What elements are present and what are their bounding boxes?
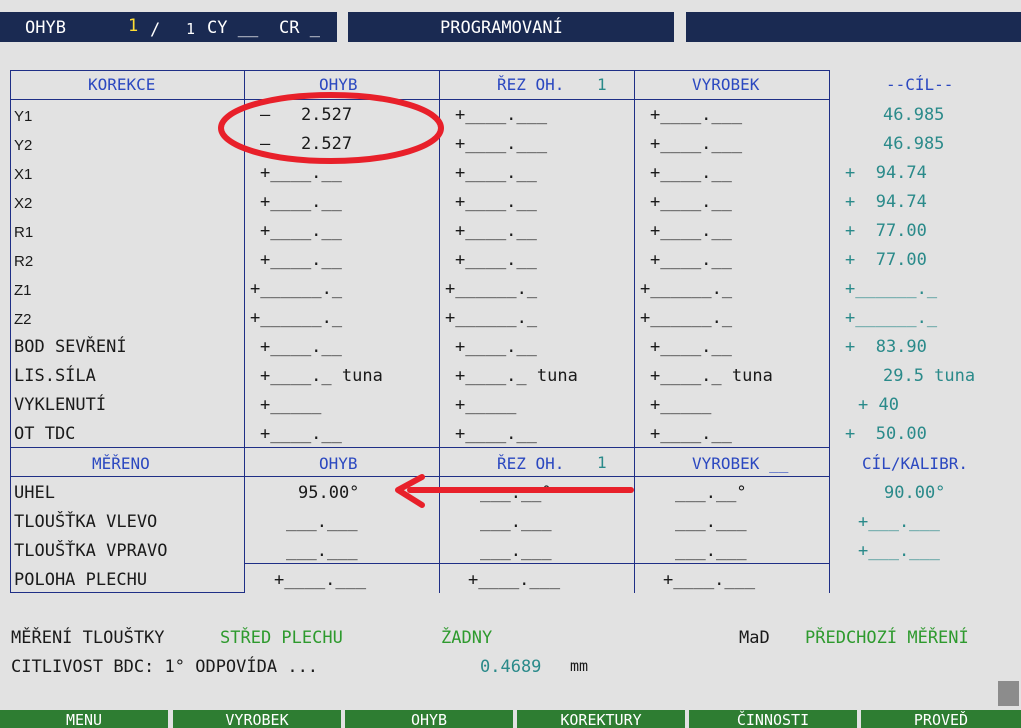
mad-label: MaD xyxy=(739,628,770,648)
fkey-korektury[interactable]: KOREKTURY xyxy=(517,710,685,728)
fkey-ohyb[interactable]: OHYB xyxy=(345,710,513,728)
scrollbar-thumb[interactable] xyxy=(998,681,1019,706)
annotation-layer xyxy=(218,92,634,508)
fkey-menu[interactable]: MENU xyxy=(0,710,168,728)
fkey-vyrobek[interactable]: VYROBEK xyxy=(173,710,341,728)
mereni-label: MĚŘENÍ TLOUŠTKY xyxy=(11,628,165,648)
highlight-ellipse xyxy=(218,92,444,164)
predchozi-mereni-option[interactable]: PŘEDCHOZÍ MĚŘENÍ xyxy=(805,628,969,648)
citlivost-label: CITLIVOST BDC: 1° ODPOVÍDA ... xyxy=(11,657,319,677)
zadny-option[interactable]: ŽADNY xyxy=(441,628,492,648)
fkey--innosti[interactable]: ČINNOSTI xyxy=(689,710,857,728)
fkey-prove-[interactable]: PROVEĎ xyxy=(861,710,1021,728)
citlivost-value: 0.4689 xyxy=(480,657,542,677)
citlivost-unit: mm xyxy=(570,657,589,675)
stred-plechu-option[interactable]: STŘED PLECHU xyxy=(220,628,343,648)
function-key-bar: MENU VYROBEK OHYB KOREKTURY ČINNOSTI PROVEĎ xyxy=(0,710,1021,728)
